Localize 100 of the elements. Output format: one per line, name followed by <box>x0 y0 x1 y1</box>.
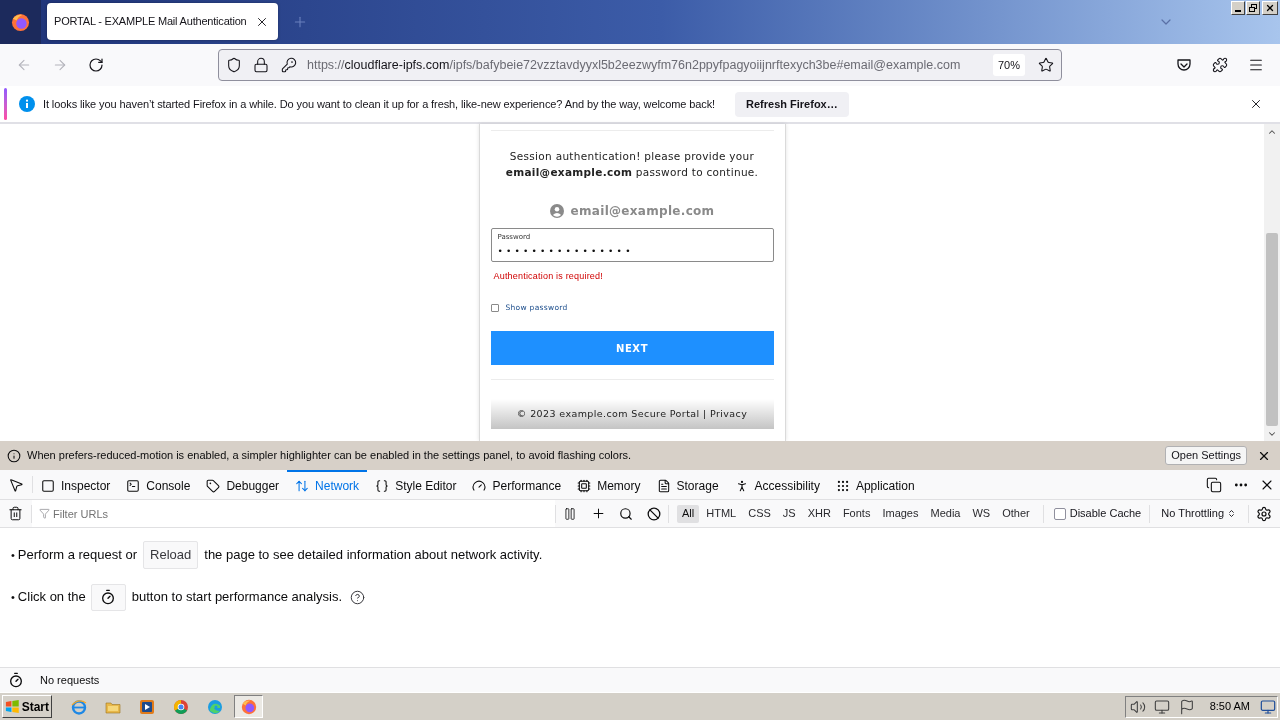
scroll-up-icon[interactable] <box>1267 127 1277 137</box>
disable-cache-checkbox[interactable] <box>1053 507 1066 520</box>
puzzle-icon[interactable] <box>1212 57 1228 73</box>
filter-icon <box>39 508 50 519</box>
trash-icon[interactable] <box>8 506 23 521</box>
dot-grid-icon <box>835 478 850 493</box>
block-icon[interactable] <box>647 506 661 521</box>
restore-button[interactable] <box>1246 1 1260 15</box>
stopwatch-button[interactable] <box>90 583 126 611</box>
list-bullet: • <box>11 547 15 563</box>
hint-text: button to start performance analysis. <box>131 588 343 607</box>
request-type-filter[interactable]: Media <box>925 504 966 523</box>
request-type-filter[interactable]: JS <box>777 504 801 523</box>
request-type-filter[interactable]: CSS <box>743 504 776 523</box>
notice-message: When prefers-reduced-motion is enabled, a simpler highlighter can be enabled in the settings panel, to avoid flashing colors. <box>27 448 632 464</box>
overlapping-squares-icon[interactable] <box>1206 476 1222 493</box>
reload-button[interactable]: Reload <box>143 541 199 569</box>
throttling-select[interactable]: No Throttling <box>1161 505 1237 522</box>
address-bar[interactable]: https://cloudflare-ipfs.com/ipfs/bafybeie72vzztavdyyxl5b2eezwyfm76n2ppyfpagyoiijnrftexych3be#email@example.com 70% <box>218 49 1062 81</box>
stopwatch-icon[interactable] <box>8 672 24 688</box>
request-type-filter[interactable]: HTML <box>701 504 742 523</box>
open-settings-button[interactable]: Open Settings <box>1165 446 1247 465</box>
status-text: No requests <box>40 672 100 688</box>
braces-icon <box>375 478 390 493</box>
devtools-tab[interactable]: Storage <box>648 470 727 499</box>
hint-text: Perform a request or <box>17 546 138 565</box>
request-type-filter[interactable]: XHR <box>802 504 836 523</box>
filter-field[interactable]: Filter URLs <box>32 500 555 527</box>
pick-element-icon[interactable] <box>8 476 24 493</box>
bookmark-star-icon[interactable] <box>1038 57 1054 73</box>
flag-icon[interactable] <box>1178 698 1195 715</box>
settings-icon[interactable] <box>1256 505 1272 522</box>
key-icon[interactable] <box>281 57 297 73</box>
restore-icon <box>1249 4 1257 12</box>
refresh-button[interactable]: Refresh Firefox… <box>735 91 849 117</box>
close-icon <box>1265 3 1275 13</box>
request-type-filter[interactable]: WS <box>967 504 996 523</box>
request-type-filter[interactable]: Images <box>877 504 924 523</box>
square-icon <box>41 478 55 493</box>
zoom-badge[interactable]: 70% <box>992 54 1025 76</box>
show-password-checkbox[interactable] <box>490 304 499 312</box>
devtools-tab[interactable]: Accessibility <box>726 470 828 499</box>
devtools-tab[interactable]: Debugger <box>198 470 288 499</box>
close-window-button[interactable] <box>1262 1 1278 15</box>
menu-icon[interactable] <box>1248 57 1264 73</box>
minimize-button[interactable] <box>1231 1 1245 15</box>
info-icon <box>19 96 35 112</box>
gauge-icon <box>472 478 487 493</box>
stopwatch-icon <box>100 589 117 605</box>
devtools-tab[interactable]: Console <box>118 470 199 499</box>
tag-icon <box>206 478 221 493</box>
ring-logo-icon[interactable] <box>173 698 189 715</box>
pocket-icon[interactable] <box>1176 57 1192 73</box>
hint-text: the page to see detailed information about network activity. <box>204 546 543 565</box>
speaker-icon[interactable] <box>1129 698 1146 715</box>
disable-cache-label[interactable]: Disable Cache <box>1069 505 1142 522</box>
user-avatar-icon <box>549 204 564 218</box>
up-down-arrows-icon <box>1227 509 1237 518</box>
disc-logo-icon <box>11 12 30 32</box>
devtools-tab[interactable]: Performance <box>464 470 570 499</box>
scroll-down-icon[interactable] <box>1267 429 1277 439</box>
request-type-filter[interactable]: Other <box>997 504 1035 523</box>
devtools-tab[interactable]: Inspector <box>33 470 119 499</box>
lock-icon[interactable] <box>253 57 269 73</box>
pause-icon[interactable] <box>563 506 577 521</box>
devtools-tab[interactable]: Memory <box>569 470 649 499</box>
help-icon[interactable] <box>350 589 366 605</box>
clock: 8:50 AM <box>1209 699 1250 715</box>
scrollbar[interactable] <box>1264 124 1280 441</box>
notification-message: It looks like you haven’t started Firefox in a while. Do you want to clean it up for a fresh, like-new experience? And by the way, welcome back! <box>43 96 716 112</box>
monitor-icon[interactable] <box>1260 698 1276 715</box>
play-tile-icon[interactable] <box>139 698 155 715</box>
monitor-icon[interactable] <box>1153 698 1170 715</box>
account-email: email@example.com <box>570 203 715 220</box>
list-bullet: • <box>11 589 15 605</box>
terminal-icon <box>126 478 141 493</box>
chip-icon <box>577 478 592 493</box>
search-icon[interactable] <box>619 506 633 521</box>
windows-flag-icon <box>5 699 20 714</box>
start-button[interactable]: Start <box>2 695 52 718</box>
devtools-tab[interactable]: Application <box>827 470 923 499</box>
intro-text: Session authentication! please provide your email@example.com password to continue. <box>504 149 760 180</box>
browser-tab[interactable]: PORTAL - EXAMPLE Mail Authentication <box>47 3 278 40</box>
info-icon <box>7 448 21 463</box>
devtools-tab[interactable]: Style Editor <box>367 470 465 499</box>
request-type-filter[interactable]: All <box>677 504 700 523</box>
shield-icon[interactable] <box>226 57 242 73</box>
url-text: https://cloudflare-ipfs.com/ipfs/bafybeie72vzztavdyyxl5b2eezwyfm76n2ppyfpagyoiijnrftexych3be#email@example.com <box>307 56 961 74</box>
document-icon <box>656 478 671 493</box>
plus-icon[interactable] <box>590 506 606 521</box>
error-message: Authentication is required! <box>492 270 603 282</box>
scroll-thumb[interactable] <box>1266 233 1278 426</box>
arrows-up-down-icon <box>295 478 310 493</box>
close-icon[interactable] <box>1249 97 1263 111</box>
disc-logo-icon <box>240 698 257 715</box>
reload-icon[interactable] <box>88 57 104 73</box>
hint-text: Click on the <box>17 588 86 607</box>
taskbar-task[interactable] <box>234 695 263 718</box>
minimize-icon <box>1235 10 1241 12</box>
request-type-filter[interactable]: Fonts <box>837 504 876 523</box>
